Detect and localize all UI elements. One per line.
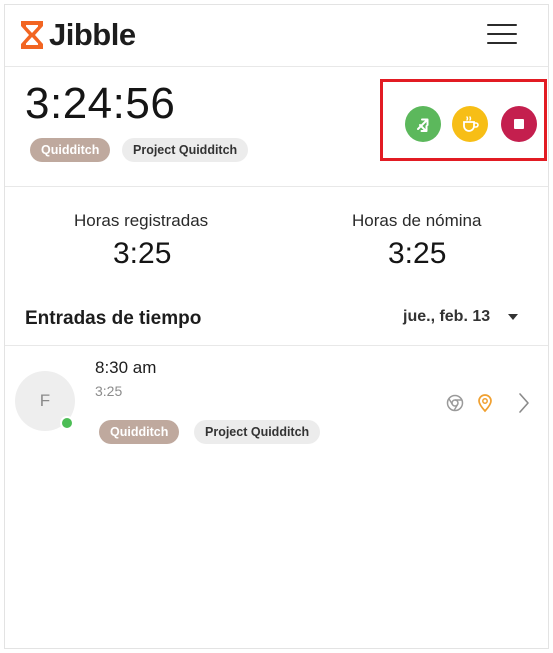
tracked-hours-label: Horas registradas (74, 211, 209, 230)
elapsed-timer: 3:24:56 (25, 79, 176, 128)
switch-activity-button[interactable] (405, 106, 441, 142)
jibble-hourglass-icon (21, 21, 43, 49)
entry-start-time: 8:30 am (95, 358, 157, 377)
time-entry-row[interactable]: F 8:30 am 3:25 Quidditch Project Quiddit… (5, 346, 548, 451)
coffee-cup-icon (463, 116, 479, 132)
stop-square-icon (514, 119, 524, 129)
entry-project-tag: Project Quidditch (194, 420, 321, 444)
project-tag: Project Quidditch (122, 138, 249, 162)
stop-timer-button[interactable] (501, 106, 537, 142)
timer-actions-highlight (380, 79, 547, 161)
app-frame: Jibble 3:24:56 Quidditch Project Quiddit… (4, 4, 549, 649)
time-entries-title: Entradas de tiempo (25, 308, 202, 329)
switch-activity-icon (417, 118, 429, 132)
date-selector[interactable]: jue., feb. 13 (403, 308, 519, 326)
payroll-hours-label: Horas de nómina (352, 211, 482, 230)
selected-date: jue., feb. 13 (403, 308, 491, 325)
activity-tag: Quidditch (30, 138, 111, 162)
location-pin-icon (478, 394, 492, 413)
chevron-right-icon (519, 393, 529, 413)
entry-duration: 3:25 (95, 383, 123, 399)
payroll-hours-value: 3:25 (388, 237, 447, 270)
hamburger-menu-icon[interactable] (487, 23, 517, 45)
caret-down-icon (508, 314, 519, 320)
online-status-dot (60, 416, 74, 430)
active-timer: 3:24:56 Quidditch Project Quidditch (5, 67, 548, 187)
app-header: Jibble (5, 5, 548, 67)
chrome-icon (446, 394, 464, 412)
break-button[interactable] (452, 106, 488, 142)
logo-text: Jibble (49, 17, 136, 52)
tracked-hours-value: 3:25 (113, 237, 172, 270)
entry-activity-tag: Quidditch (99, 420, 180, 444)
jibble-logo[interactable]: Jibble (19, 19, 136, 51)
